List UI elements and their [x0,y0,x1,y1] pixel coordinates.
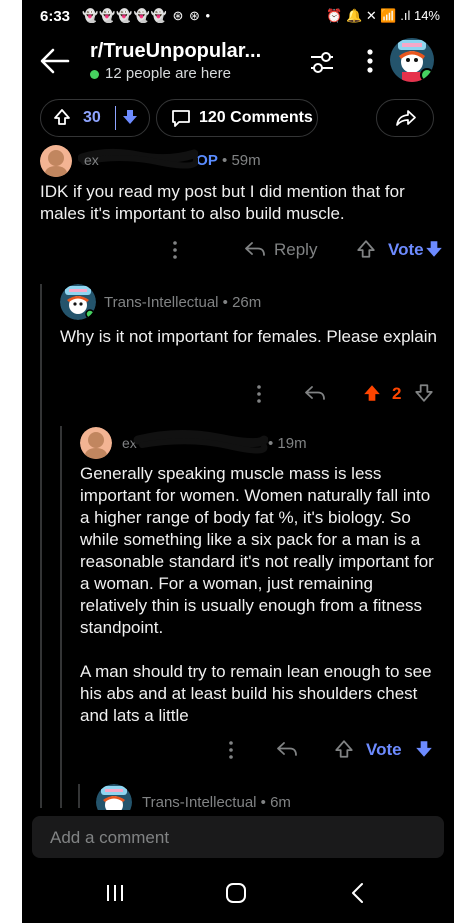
comment-actions: Reply Vote [162,236,442,264]
comment-body: Why is it not important for females. Ple… [60,327,437,346]
subreddit-title[interactable]: r/TrueUnpopular... [90,40,261,63]
downvote-icon[interactable] [424,239,444,259]
comment-actions: Vote [222,736,442,764]
share-icon [396,110,416,126]
user-avatar[interactable] [390,38,434,82]
nav-back-icon[interactable] [348,882,368,904]
separator-dot: • [260,794,271,811]
more-options-icon[interactable] [172,240,178,260]
post-vote-control: 30 [40,99,150,137]
comment-score: 2 [392,384,402,403]
system-icons: ⏰ 🔔 ✕ 📶 .ıl [326,8,411,23]
app-screen: 6:33 👻👻👻👻👻 ⊛ ⊛ • ⏰ 🔔 ✕ 📶 .ıl 14% r/TrueU… [22,0,454,923]
add-comment-placeholder: Add a comment [50,828,170,847]
comment-paragraph: Generally speaking muscle mass is less i… [80,464,434,637]
nav-recents-icon[interactable] [104,882,126,904]
comment-meta: • 19m [268,435,307,452]
thread-line[interactable] [40,284,42,808]
vote-label: Vote [388,240,424,259]
upvote-icon[interactable] [362,383,382,403]
comments-button[interactable]: 120 Comments [156,99,318,137]
comment-avatar[interactable] [96,784,132,810]
thread-line[interactable] [78,784,80,808]
avatar-image [96,784,132,810]
filter-icon[interactable] [308,48,336,76]
comment-paragraph: A man should try to remain lean enough t… [80,662,432,725]
reply-button[interactable]: Reply [274,240,317,260]
comments-count-label: 120 Comments [199,109,313,126]
comment-time: 6m [270,794,291,811]
comment-body: IDK if you read my post but I did mentio… [40,182,405,223]
svg-text:ex: ex [84,152,99,168]
comment-actions: 2 [242,380,442,408]
thread-line[interactable] [60,426,62,808]
comment-body: Generally speaking muscle mass is less i… [80,463,442,727]
status-right: ⏰ 🔔 ✕ 📶 .ıl 14% [326,8,440,24]
comment-username[interactable]: Trans-Intellectual [104,294,219,311]
avatar-image [80,427,112,459]
top-bar: r/TrueUnpopular... 12 people are here [22,32,454,90]
system-nav-bar [22,864,454,923]
upvote-icon[interactable] [334,739,354,759]
comment-icon [172,110,190,127]
reply-icon[interactable] [276,740,298,758]
reply-icon[interactable] [304,384,326,402]
reply-icon[interactable] [244,240,266,258]
add-comment-input[interactable]: Add a comment [32,816,444,858]
avatar-image [60,284,96,320]
battery-level: 14% [413,8,440,23]
post-vote-count: 30 [83,109,101,126]
separator-dot: • [222,294,233,311]
separator-dot: • [268,435,278,452]
downvote-icon[interactable] [414,739,434,759]
comment-time: 59m [231,152,261,169]
status-time: 6:33 [40,8,71,25]
presence-indicator: 12 people are here [90,65,231,82]
comment-meta: Trans-Intellectual • 26m [104,294,261,311]
upvote-icon[interactable] [356,239,376,259]
more-options-icon[interactable] [228,740,234,760]
more-icon[interactable] [360,46,380,76]
status-bar: 6:33 👻👻👻👻👻 ⊛ ⊛ • ⏰ 🔔 ✕ 📶 .ıl 14% [22,0,454,32]
redaction-scribble: ex [122,429,268,454]
more-options-icon[interactable] [256,384,262,404]
comment-time: 26m [232,294,262,311]
online-dot [90,69,99,79]
vote-divider [115,106,116,130]
online-indicator [420,68,434,82]
comment-avatar[interactable] [40,145,72,177]
comment-time: 19m [277,435,307,452]
downvote-icon[interactable] [414,383,434,403]
redaction-scribble: ex [78,148,198,169]
comment-avatar[interactable] [60,284,96,320]
comment-username[interactable]: Trans-Intellectual [142,794,257,811]
op-badge: OP [196,152,218,169]
avatar-image [40,145,72,177]
share-button[interactable] [376,99,434,137]
downvote-icon[interactable] [121,108,139,126]
comment-meta: Trans-Intellectual • 6m [142,794,291,811]
nav-home-icon[interactable] [224,882,248,904]
vote-label: Vote [366,740,402,759]
back-arrow-icon[interactable] [38,46,72,76]
notification-icons: 👻👻👻👻👻 ⊛ ⊛ • [82,8,212,23]
comment-avatar[interactable] [80,427,112,459]
upvote-icon[interactable] [53,108,71,126]
presence-text: 12 people are here [105,65,231,82]
